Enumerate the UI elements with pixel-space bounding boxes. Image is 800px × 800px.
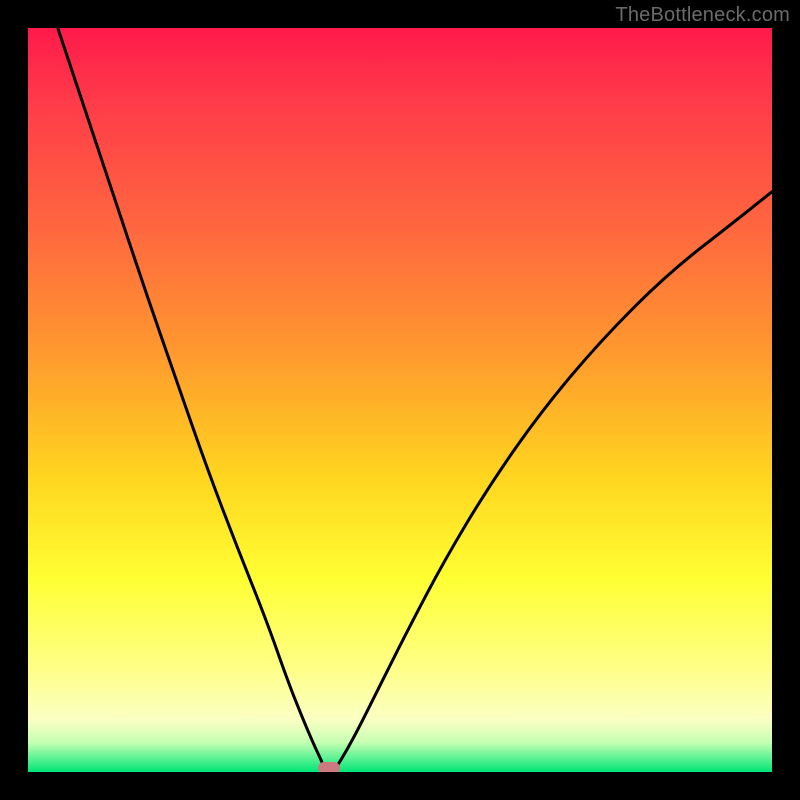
bottleneck-curve bbox=[28, 28, 772, 772]
optimum-marker bbox=[318, 762, 340, 772]
watermark-text: TheBottleneck.com bbox=[615, 4, 790, 27]
chart-frame: TheBottleneck.com bbox=[0, 0, 800, 800]
plot-area bbox=[28, 28, 772, 772]
